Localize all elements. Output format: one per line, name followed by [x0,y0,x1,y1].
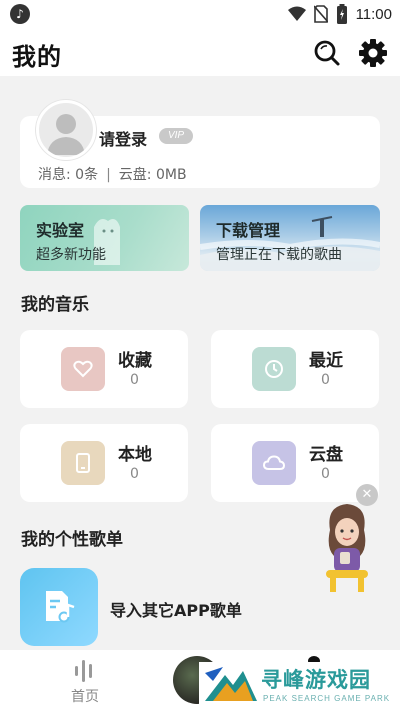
download-manager-card[interactable]: 下载管理 管理正在下载的歌曲 [200,205,380,271]
system-icons: 11:00 [287,4,392,24]
tile-local-count: 0 [130,466,139,482]
login-prompt[interactable]: 请登录 [99,126,147,150]
download-card-title: 下载管理 [216,221,281,240]
avatar[interactable] [36,100,96,160]
messages-count: 消息: 0条 [38,167,99,183]
profile-stats: 消息: 0条 | 云盘: 0MB [38,164,187,184]
gear-icon[interactable] [358,38,388,68]
clock-icon [252,347,296,391]
tile-favorites-label: 收藏 [118,351,152,371]
search-icon[interactable] [313,39,341,67]
home-waveform-icon[interactable] [72,658,100,684]
page-title: 我的 [12,43,62,71]
cloud-glyph [263,455,285,470]
import-playlist-label[interactable]: 导入其它APP歌单 [110,597,242,621]
watermark-logo [205,667,257,701]
stats-separator: | [106,167,111,183]
tile-recent-count: 0 [321,372,330,388]
music-note-icon: ♪ [10,4,30,24]
cloud-icon [252,441,296,485]
cloud-usage: 云盘: 0MB [118,167,187,183]
watermark: 寻峰游戏园 PEAK SEARCH GAME PARK [199,662,400,708]
lab-card[interactable]: 实验室 超多新功能 [20,205,189,271]
no-sim-icon [313,5,328,23]
wifi-icon [287,6,306,21]
tile-recent[interactable]: 最近 0 [211,330,379,408]
clock-time: 11:00 [355,5,392,23]
playlist-file-icon [46,591,75,623]
lab-card-title: 实验室 [36,221,85,240]
watermark-name: 寻峰游戏园 [261,668,371,692]
phone-glyph [76,453,90,473]
import-playlist-button[interactable] [20,568,98,646]
battery-charging-icon [336,4,347,24]
status-bar: ♪ 11:00 [0,0,400,28]
personal-playlists-title: 我的个性歌单 [21,530,123,550]
heart-glyph [73,360,93,378]
watermark-subtitle: PEAK SEARCH GAME PARK [263,694,391,703]
heart-icon [61,347,105,391]
tile-recent-label: 最近 [309,351,343,371]
tile-cloud[interactable]: 云盘 0 [211,424,379,502]
phone-icon [61,441,105,485]
tile-favorites[interactable]: 收藏 0 [20,330,188,408]
clock-glyph [265,360,283,378]
tile-favorites-count: 0 [130,372,139,388]
my-music-title: 我的音乐 [21,295,89,315]
header: 我的 [0,28,400,76]
vip-badge: VIP [159,128,193,144]
nav-home-label[interactable]: 首页 [71,686,99,706]
tile-local-label: 本地 [118,445,152,465]
tile-cloud-count: 0 [321,466,330,482]
lab-card-subtitle: 超多新功能 [36,247,106,263]
floating-character-ad[interactable] [312,500,382,596]
tile-local[interactable]: 本地 0 [20,424,188,502]
default-user-icon [47,114,85,155]
tile-cloud-label: 云盘 [309,445,343,465]
download-card-subtitle: 管理正在下载的歌曲 [216,247,342,263]
